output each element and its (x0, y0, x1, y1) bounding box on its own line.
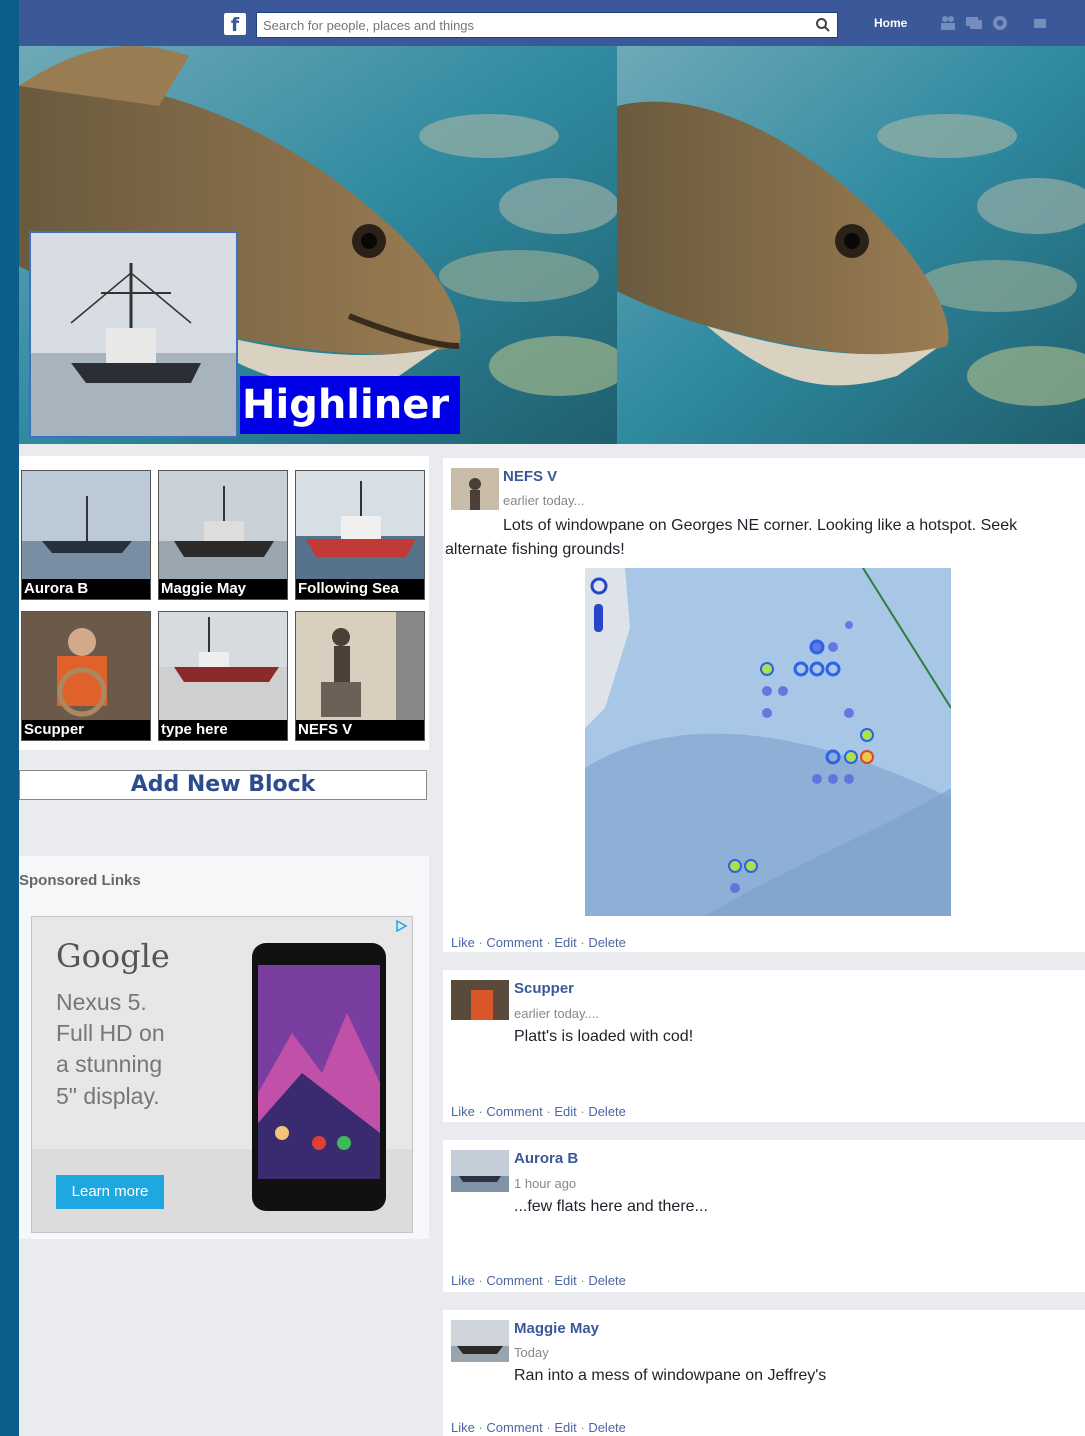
sponsored-title: Sponsored Links (19, 872, 141, 889)
edit-link[interactable]: Edit (554, 935, 576, 950)
post-avatar[interactable] (451, 1320, 509, 1362)
post-text: Ran into a mess of windowpane on Jeffrey… (514, 1367, 827, 1384)
vessel-tile-nefs-v[interactable]: NEFS V (295, 611, 425, 741)
phone-image (252, 943, 386, 1211)
learn-more-button[interactable]: Learn more (56, 1175, 164, 1209)
vessel-label: type here (159, 720, 287, 740)
add-new-block-button[interactable]: Add New Block (19, 770, 427, 800)
vessel-tile-scupper[interactable]: Scupper (21, 611, 151, 741)
like-link[interactable]: Like (451, 1273, 475, 1288)
vessel-label: NEFS V (296, 720, 424, 740)
post-author[interactable]: Maggie May (514, 1320, 599, 1337)
globe-icon[interactable] (991, 14, 1009, 32)
like-link[interactable]: Like (451, 935, 475, 950)
delete-link[interactable]: Delete (588, 1420, 626, 1435)
profile-picture[interactable] (29, 231, 238, 438)
comment-link[interactable]: Comment (486, 935, 542, 950)
comment-link[interactable]: Comment (486, 1273, 542, 1288)
ad-card[interactable]: Google Nexus 5. Full HD on a stunning 5"… (31, 916, 413, 1233)
post: NEFS V earlier today... Lots of windowpa… (443, 458, 1085, 952)
post-text: Platt's is loaded with cod! (514, 1028, 694, 1045)
vessel-tile-following-sea[interactable]: Following Sea (295, 470, 425, 600)
vessel-label: Aurora B (22, 579, 150, 599)
friends-icon[interactable] (939, 14, 957, 32)
post-avatar[interactable] (451, 980, 509, 1020)
post-author[interactable]: Aurora B (514, 1150, 578, 1167)
delete-link[interactable]: Delete (588, 935, 626, 950)
vessel-tile-maggie-may[interactable]: Maggie May (158, 470, 288, 600)
top-bar: f Home (19, 0, 1085, 47)
post-timestamp[interactable]: earlier today.... (514, 1006, 599, 1021)
post-timestamp[interactable]: 1 hour ago (514, 1176, 576, 1191)
like-link[interactable]: Like (451, 1104, 475, 1119)
post-author[interactable]: Scupper (514, 980, 574, 997)
edit-link[interactable]: Edit (554, 1273, 576, 1288)
comment-link[interactable]: Comment (486, 1420, 542, 1435)
home-link[interactable]: Home (874, 16, 907, 30)
post-timestamp[interactable]: Today (514, 1345, 549, 1360)
post-actions: Like · Comment · Edit · Delete (451, 935, 626, 950)
ad-line: 5" display. (56, 1083, 160, 1109)
vessel-label: Following Sea (296, 579, 424, 599)
edit-link[interactable]: Edit (554, 1420, 576, 1435)
delete-link[interactable]: Delete (588, 1104, 626, 1119)
like-link[interactable]: Like (451, 1420, 475, 1435)
post-actions: Like · Comment · Edit · Delete (451, 1420, 626, 1435)
post: Aurora B 1 hour ago ...few flats here an… (443, 1140, 1085, 1292)
post-actions: Like · Comment · Edit · Delete (451, 1104, 626, 1119)
search-input[interactable] (257, 13, 809, 37)
edit-link[interactable]: Edit (554, 1104, 576, 1119)
map-image[interactable] (585, 568, 951, 916)
top-icons (939, 14, 1049, 34)
post: Scupper earlier today.... Platt's is loa… (443, 970, 1085, 1122)
settings-icon[interactable] (1031, 14, 1049, 32)
post-avatar[interactable] (451, 468, 499, 510)
ad-line: Full HD on (56, 1020, 165, 1046)
messages-icon[interactable] (965, 14, 983, 32)
ad-line: Nexus 5. (56, 989, 147, 1015)
post-author[interactable]: NEFS V (503, 468, 557, 485)
cover-photo: Highliner (19, 46, 1085, 444)
vessel-tile-aurora-b[interactable]: Aurora B (21, 470, 151, 600)
comment-link[interactable]: Comment (486, 1104, 542, 1119)
post-text: Lots of windowpane on Georges NE corner.… (445, 517, 1018, 558)
cover-image-right (617, 46, 1085, 444)
ad-brand: Google (56, 937, 170, 975)
vessel-tile-type-here[interactable]: type here (158, 611, 288, 741)
facebook-logo-icon[interactable]: f (224, 13, 246, 36)
search-box[interactable] (256, 12, 838, 38)
vessel-grid: Aurora B Maggie May Following Sea Scuppe… (19, 456, 429, 750)
search-icon[interactable] (815, 17, 831, 33)
post-text: ...few flats here and there... (514, 1198, 708, 1215)
post-actions: Like · Comment · Edit · Delete (451, 1273, 626, 1288)
ad-line: a stunning (56, 1051, 163, 1077)
sponsored-section: Sponsored Links Google Nexus 5. Full HD … (19, 856, 429, 1239)
vessel-label: Maggie May (159, 579, 287, 599)
post-avatar[interactable] (451, 1150, 509, 1192)
post: Maggie May Today Ran into a mess of wind… (443, 1310, 1085, 1436)
vessel-label: Scupper (22, 720, 150, 740)
page-title: Highliner (240, 376, 460, 434)
delete-link[interactable]: Delete (588, 1273, 626, 1288)
post-timestamp[interactable]: earlier today... (503, 493, 584, 508)
ad-choices-icon[interactable] (394, 919, 408, 933)
page-edge (0, 0, 19, 1436)
